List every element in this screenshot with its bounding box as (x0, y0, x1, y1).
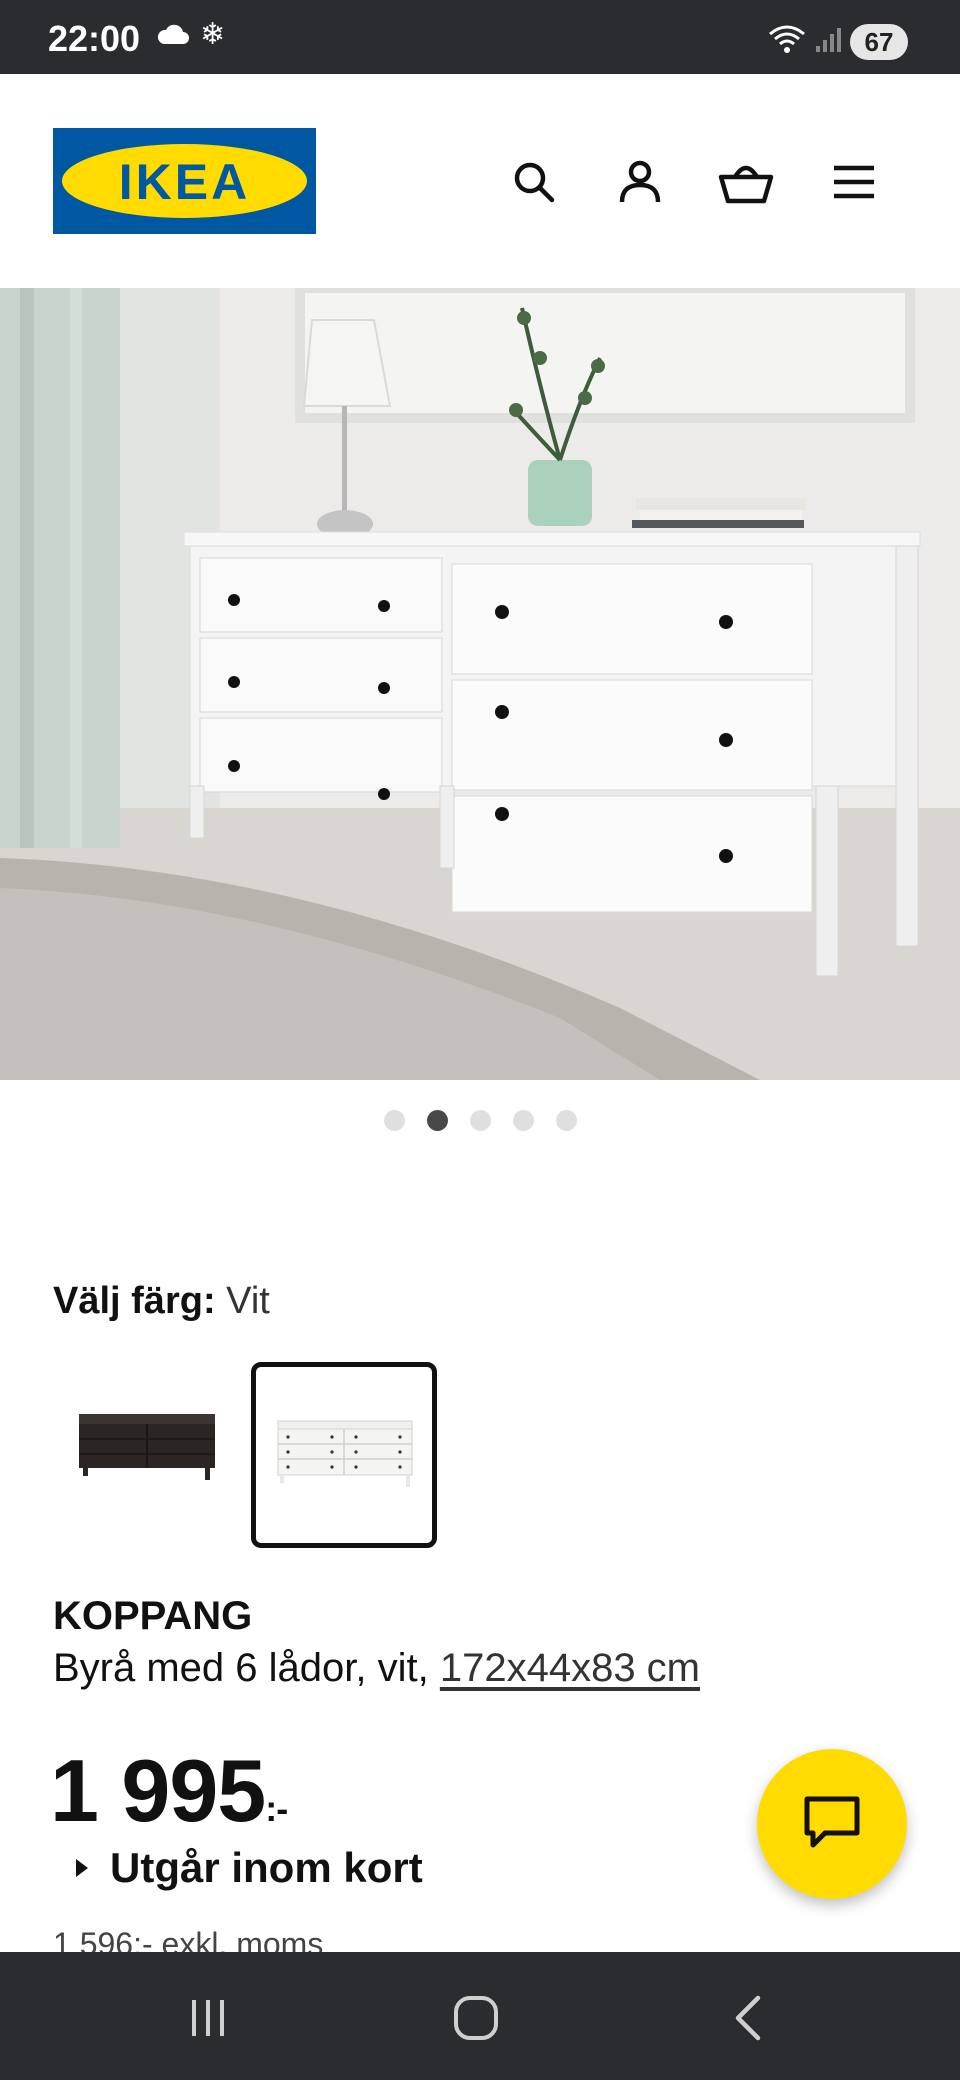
availability-status[interactable]: Utgår inom kort (76, 1844, 423, 1892)
color-select-label: Välj färg: Vit (53, 1280, 270, 1323)
expand-triangle-icon (76, 1859, 88, 1877)
battery-indicator: 67 (850, 24, 908, 60)
carousel-dot-active[interactable] (426, 1110, 448, 1131)
product-description: Byrå med 6 lådor, vit, 172x44x83 cm (53, 1646, 700, 1691)
wifi-icon (768, 24, 806, 61)
menu-icon[interactable] (826, 154, 882, 210)
product-description-text: Byrå med 6 lådor, vit, (53, 1646, 440, 1690)
product-price: 1 995:- (50, 1740, 288, 1842)
color-label-text: Välj färg: (53, 1280, 216, 1322)
site-header: IKEA (0, 74, 960, 288)
carousel-dot[interactable] (383, 1110, 405, 1131)
product-image[interactable] (0, 288, 960, 1080)
home-icon[interactable] (446, 1988, 506, 2048)
user-icon[interactable] (612, 154, 668, 210)
price-suffix: :- (265, 1788, 288, 1829)
product-name: KOPPANG (53, 1594, 253, 1638)
snowflake-icon: ❄ (200, 18, 226, 51)
logo-text: IKEA (118, 154, 251, 210)
color-value: Vit (226, 1280, 270, 1322)
color-option-white[interactable] (251, 1362, 437, 1548)
back-icon[interactable] (718, 1988, 778, 2048)
color-option-dark[interactable] (53, 1362, 239, 1548)
ikea-logo[interactable]: IKEA (53, 128, 316, 234)
cloud-icon (156, 22, 190, 51)
product-dimensions-link[interactable]: 172x44x83 cm (440, 1646, 700, 1690)
carousel-dot[interactable] (512, 1110, 534, 1131)
status-bar: 22:00 ❄ 67 (0, 0, 960, 74)
signal-icon (814, 26, 842, 59)
chat-icon (803, 1795, 861, 1854)
chat-button[interactable] (757, 1749, 907, 1899)
recent-apps-icon[interactable] (178, 1988, 238, 2048)
search-icon[interactable] (506, 154, 562, 210)
carousel-dot[interactable] (469, 1110, 491, 1131)
basket-icon[interactable] (718, 154, 774, 210)
status-time: 22:00 (48, 18, 141, 59)
availability-text: Utgår inom kort (110, 1844, 423, 1891)
carousel-dot[interactable] (555, 1110, 577, 1131)
system-nav-bar (0, 1952, 960, 2080)
carousel-dots (0, 1110, 960, 1131)
price-value: 1 995 (50, 1741, 266, 1840)
